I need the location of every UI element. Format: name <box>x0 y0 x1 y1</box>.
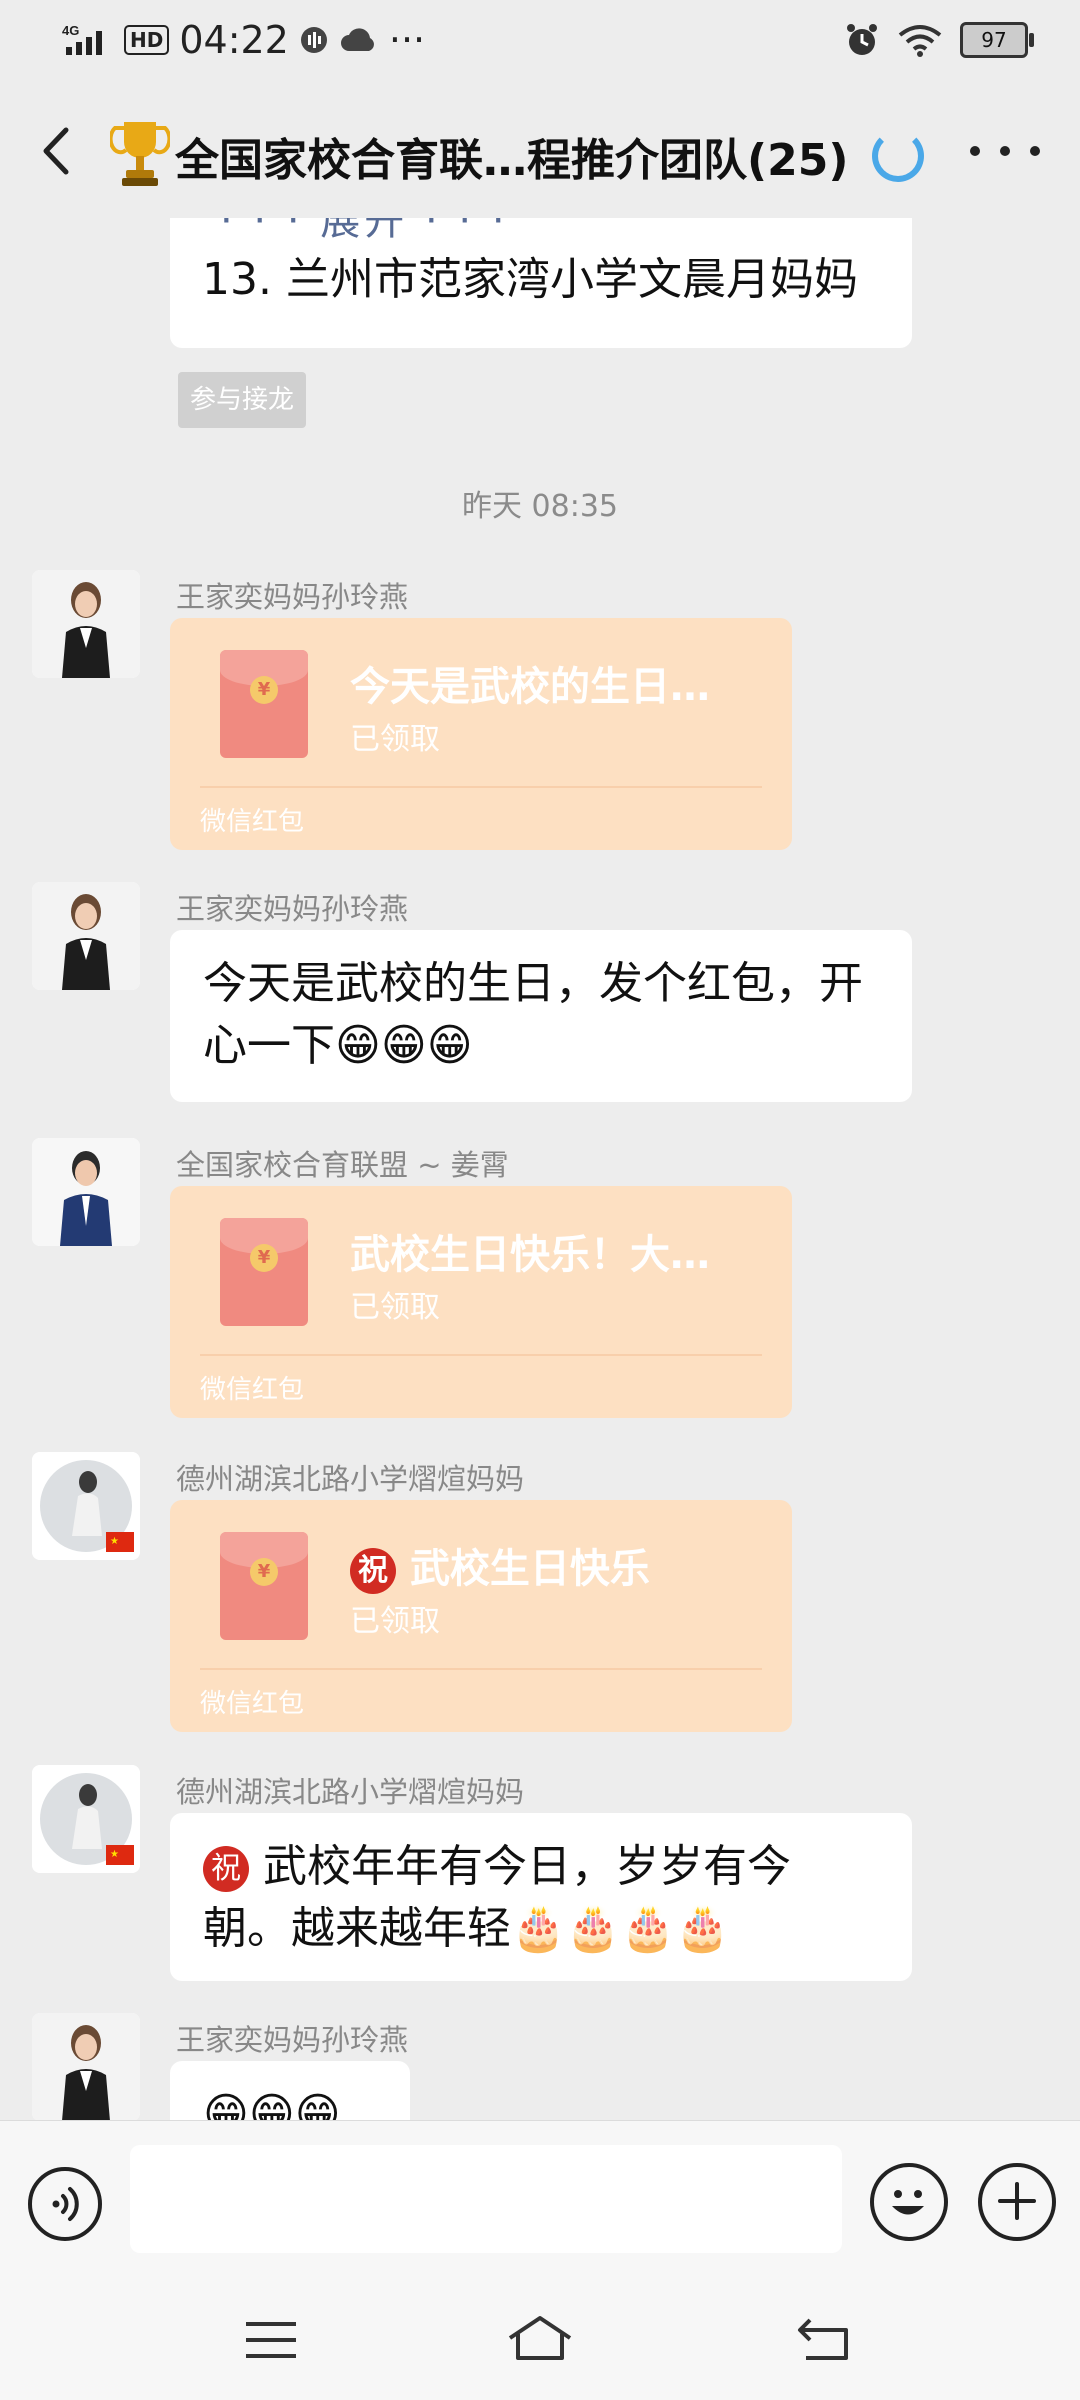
emoji-icon <box>892 2190 924 2215</box>
avatar[interactable] <box>32 2013 140 2120</box>
status-more: ··· <box>388 18 426 62</box>
timestamp: 昨天 08:35 <box>462 489 618 524</box>
solitaire-entry-text: 13. 兰州市范家湾小学文晨月妈妈 <box>202 254 858 305</box>
status-bar: 4G HD 04:22 ··· 97 <box>0 0 1080 86</box>
more-dot <box>1030 146 1040 156</box>
avatar[interactable] <box>32 882 140 990</box>
message-line: 😁😁😁 <box>203 2089 341 2120</box>
red-packet-message[interactable]: ¥ 祝 武校生日快乐 已领取 微信红包 <box>170 1500 792 1732</box>
status-left: 4G HD 04:22 ··· <box>62 18 425 62</box>
avatar-person-icon <box>32 2013 140 2120</box>
sender-name: 德州湖滨北路小学熠煊妈妈 <box>176 1775 525 1809</box>
red-packet-footer: 微信红包 <box>200 1689 305 1719</box>
solitaire-message-bubble[interactable]: · · · 展开 · · · 13. 兰州市范家湾小学文晨月妈妈 <box>170 218 912 348</box>
chat-title: 全国家校合育联…程推介团队(25) <box>175 135 849 186</box>
red-packet-icon: ¥ <box>220 1532 308 1640</box>
audio-status-icon <box>300 27 327 53</box>
plus-icon <box>998 2182 1036 2220</box>
zhu-badge-icon: 祝 <box>350 1548 396 1594</box>
message-text-field[interactable] <box>130 2145 842 2253</box>
red-packet-title: 今天是武校的生日… <box>350 664 710 710</box>
red-packet-icon: ¥ <box>220 650 308 758</box>
system-navigation-bar <box>0 2280 1080 2400</box>
svg-text:★: ★ <box>110 1849 119 1860</box>
chat-area[interactable]: · · · 展开 · · · 13. 兰州市范家湾小学文晨月妈妈 参与接龙 昨天… <box>0 218 1080 2120</box>
alarm-icon <box>847 24 877 55</box>
signal-icon: 4G <box>62 23 102 55</box>
avatar[interactable] <box>32 570 140 678</box>
more-options-button[interactable] <box>970 126 1040 176</box>
voice-icon <box>52 2187 79 2221</box>
sender-name: 王家奕妈妈孙玲燕 <box>176 2023 409 2057</box>
red-packet-message[interactable]: ¥ 今天是武校的生日… 已领取 微信红包 <box>170 618 792 850</box>
text-message-bubble[interactable]: 今天是武校的生日，发个红包，开 心一下😁😁😁 <box>170 930 912 1102</box>
red-packet-icon: ¥ <box>220 1218 308 1326</box>
divider <box>200 786 762 788</box>
avatar-person-icon <box>32 882 140 990</box>
text-message-bubble[interactable]: 😁😁😁 <box>170 2061 410 2120</box>
red-packet-title: 武校生日快乐！大… <box>350 1232 710 1278</box>
home-icon[interactable] <box>504 2312 576 2362</box>
back-nav-icon[interactable] <box>796 2314 852 2362</box>
red-packet-status: 已领取 <box>350 1604 440 1639</box>
back-button[interactable] <box>30 116 90 186</box>
battery-indicator: 97 <box>960 22 1034 58</box>
sender-name: 王家奕妈妈孙玲燕 <box>176 892 409 926</box>
zhu-badge-icon: 祝 <box>203 1846 249 1892</box>
avatar[interactable]: ★ <box>32 1452 140 1560</box>
sender-name: 全国家校合育联盟 ~ 姜霄 <box>176 1148 509 1182</box>
red-packet-message[interactable]: ¥ 武校生日快乐！大… 已领取 微信红包 <box>170 1186 792 1418</box>
red-packet-footer: 微信红包 <box>200 807 305 837</box>
red-packet-status: 已领取 <box>350 1290 440 1325</box>
emoji-button[interactable] <box>870 2163 948 2241</box>
expand-link[interactable]: · · · 展开 · · · <box>220 218 509 246</box>
more-functions-button[interactable] <box>978 2163 1056 2241</box>
menu-icon[interactable] <box>244 2320 298 2360</box>
more-dot <box>970 146 980 156</box>
svg-text:★: ★ <box>110 1536 119 1547</box>
hd-badge: HD <box>124 25 170 55</box>
message-line: 祝 武校年年有今日，岁岁有今 <box>203 1835 791 1899</box>
red-packet-footer: 微信红包 <box>200 1375 305 1405</box>
divider <box>200 1668 762 1670</box>
message-input-bar <box>0 2120 1080 2281</box>
sender-name: 德州湖滨北路小学熠煊妈妈 <box>176 1462 525 1496</box>
avatar-person-icon: ★ <box>32 1452 140 1560</box>
text-message-bubble[interactable]: 祝 武校年年有今日，岁岁有今 朝。越来越年轻🎂🎂🎂🎂 <box>170 1813 912 1981</box>
message-line: 朝。越来越年轻🎂🎂🎂🎂 <box>203 1903 731 1954</box>
voice-input-button[interactable] <box>28 2167 102 2241</box>
red-packet-status: 已领取 <box>350 722 440 757</box>
join-solitaire-button[interactable]: 参与接龙 <box>178 372 306 428</box>
sender-name: 王家奕妈妈孙玲燕 <box>176 580 409 614</box>
more-dot <box>1000 146 1010 156</box>
avatar-person-icon <box>32 1138 140 1246</box>
red-packet-title: 祝 武校生日快乐 <box>350 1536 650 1594</box>
red-packet-title-text: 武校生日快乐 <box>409 1546 650 1592</box>
avatar-person-icon <box>32 570 140 678</box>
loading-spinner-icon <box>872 130 924 182</box>
divider <box>200 1354 762 1356</box>
avatar-person-icon: ★ <box>32 1765 140 1873</box>
cloud-icon <box>340 28 374 51</box>
chat-header: 全国家校合育联…程推介团队(25) <box>0 86 1080 218</box>
avatar[interactable] <box>32 1138 140 1246</box>
clock: 04:22 <box>179 18 289 62</box>
trophy-icon <box>110 122 170 186</box>
status-right: 97 <box>844 22 1034 58</box>
message-line: 今天是武校的生日，发个红包，开 <box>203 958 863 1009</box>
svg-text:4G: 4G <box>62 23 79 38</box>
back-arrow-icon <box>43 127 69 175</box>
message-line: 心一下😁😁😁 <box>203 1020 473 1071</box>
wifi-icon <box>898 25 942 57</box>
message-line-text: 武校年年有今日，岁岁有今 <box>263 1841 791 1892</box>
avatar[interactable]: ★ <box>32 1765 140 1873</box>
